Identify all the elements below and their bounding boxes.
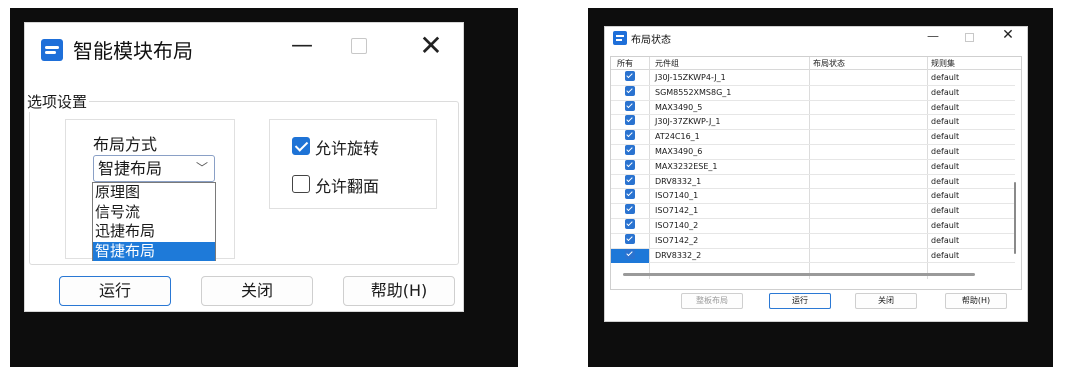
cell-group: MAX3490_6 [655,147,703,156]
cell-rule: default [931,87,960,97]
dropdown-option-schematic[interactable]: 原理图 [93,183,215,203]
cell-rule: default [931,117,960,127]
cell-rule: default [931,250,960,260]
table-row[interactable]: ISO7142_2 default [611,233,1015,249]
row-checkbox[interactable] [625,71,635,81]
minimize-button[interactable]: — [290,33,314,58]
row-checkbox[interactable] [625,189,635,200]
run-button[interactable]: 运行 [769,293,831,309]
close-window-button[interactable]: ✕ [1002,27,1014,43]
title-bar: 智能模块布局 — ✕ [25,23,463,75]
row-checkbox[interactable] [625,204,635,215]
run-button[interactable]: 运行 [59,276,171,306]
allow-flip-label: 允许翻面 [315,177,380,196]
table-row[interactable]: J30J-37ZKWP-J_1 default [611,115,1015,131]
table-header: 所有 元件组 布局状态 规则集 [611,57,1021,70]
cell-group: DRV8332_2 [655,250,702,260]
smart-module-layout-dialog: 智能模块布局 — ✕ 选项设置 布局方式 智捷布局 ﹀ 原理图 信号流 迅捷布局… [24,22,464,312]
col-header-group[interactable]: 元件组 [655,57,679,70]
table-row[interactable]: DRV8332_2 default [611,248,1015,264]
col-header-rule[interactable]: 规则集 [931,57,955,70]
cell-group: J30J-15ZKWP4-J_1 [655,73,726,82]
cell-rule: default [931,176,960,186]
row-checkbox[interactable] [625,233,635,244]
cell-rule: default [931,102,960,112]
cell-rule: default [931,132,960,142]
vertical-scrollbar[interactable] [1014,182,1016,254]
allow-rotate-label: 允许旋转 [315,139,380,158]
cell-group: SGM8552XMS8G_1 [655,87,732,97]
cell-rule: default [931,147,960,156]
app-layout-icon [613,31,627,45]
col-header-all[interactable]: 所有 [617,57,633,70]
cell-rule: default [931,161,960,171]
layout-mode-dropdown-list: 原理图 信号流 迅捷布局 智捷布局 [92,182,216,261]
help-button[interactable]: 帮助(H) [945,293,1007,309]
minimize-button[interactable]: — [927,29,939,43]
table-row[interactable]: J30J-15ZKWP4-J_1 default [611,71,1015,86]
cell-rule: default [931,235,960,245]
table-row[interactable]: MAX3490_5 default [611,100,1015,116]
dropdown-option-quick-layout[interactable]: 迅捷布局 [93,222,215,242]
cell-rule: default [931,206,960,216]
row-checkbox[interactable] [625,219,635,229]
whole-board-layout-button[interactable]: 整板布局 [681,293,743,309]
cell-group: AT24C16_1 [655,132,700,142]
close-window-button[interactable]: ✕ [418,31,444,61]
table-row[interactable]: DRV8332_1 default [611,174,1015,190]
row-checkbox[interactable] [625,130,635,141]
horizontal-scrollbar[interactable] [623,273,975,276]
layout-status-dialog: 布局状态 — ✕ 所有 元件组 布局状态 规则集 J30J-15ZKWP4-J_… [604,26,1028,322]
layout-mode-combobox[interactable]: 智捷布局 ﹀ [93,155,215,182]
dropdown-option-signal-flow[interactable]: 信号流 [93,203,215,223]
col-header-status[interactable]: 布局状态 [813,57,845,70]
table-row[interactable]: ISO7142_1 default [611,204,1015,219]
cell-group: MAX3232ESE_1 [655,161,718,171]
row-checkbox[interactable] [625,145,635,155]
row-checkbox[interactable] [625,159,635,170]
cell-rule: default [931,191,960,201]
row-checkbox[interactable] [625,248,635,259]
table-row[interactable]: MAX3490_6 default [611,145,1015,160]
cell-group: ISO7140_2 [655,221,699,230]
maximize-button[interactable] [965,33,974,42]
dropdown-option-smart-layout[interactable]: 智捷布局 [93,241,215,261]
layout-status-table: 所有 元件组 布局状态 规则集 J30J-15ZKWP4-J_1 default S… [610,56,1022,290]
close-button[interactable]: 关闭 [855,293,917,309]
maximize-button[interactable] [351,38,367,54]
close-button[interactable]: 关闭 [201,276,313,306]
cell-group: DRV8332_1 [655,176,702,186]
cell-group: MAX3490_5 [655,102,703,112]
dialog-title: 布局状态 [631,35,671,46]
cell-rule: default [931,73,960,82]
cell-rule: default [931,221,960,230]
allow-rotate-checkbox[interactable] [292,137,310,155]
combo-value: 智捷布局 [98,159,163,178]
table-row[interactable]: AT24C16_1 default [611,130,1015,145]
table-row[interactable]: SGM8552XMS8G_1 default [611,85,1015,101]
dialog-title: 智能模块布局 [73,39,193,63]
allow-flip-checkbox[interactable] [292,175,310,193]
cell-group: ISO7142_2 [655,235,699,245]
app-layout-icon [41,39,63,61]
row-checkbox[interactable] [625,174,635,185]
table-row[interactable]: MAX3232ESE_1 default [611,159,1015,175]
cell-group: J30J-37ZKWP-J_1 [655,117,721,127]
table-row[interactable]: ISO7140_1 default [611,189,1015,205]
layout-mode-label: 布局方式 [93,135,158,154]
row-checkbox[interactable] [625,115,635,126]
options-group-label: 选项设置 [25,91,90,112]
row-checkbox[interactable] [625,85,635,96]
help-button[interactable]: 帮助(H) [343,276,455,306]
table-row[interactable]: ISO7140_2 default [611,219,1015,234]
cell-group: ISO7142_1 [655,206,699,216]
row-checkbox[interactable] [625,100,635,111]
chevron-down-icon[interactable]: ﹀ [196,156,208,181]
cell-group: ISO7140_1 [655,191,699,201]
